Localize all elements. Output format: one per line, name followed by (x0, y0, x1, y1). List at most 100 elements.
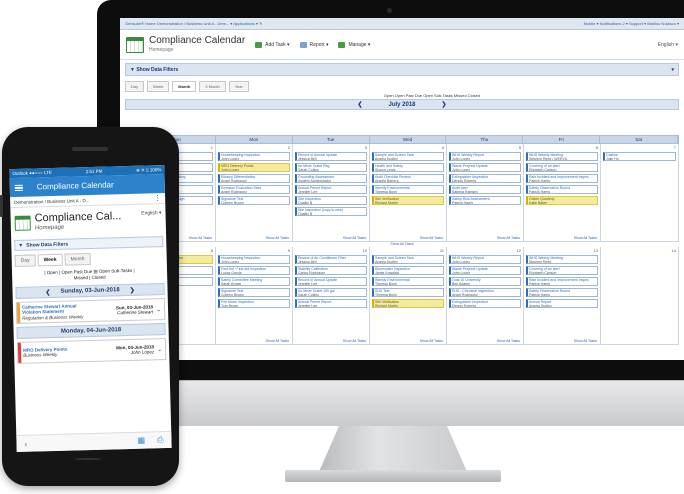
manage-button[interactable]: Manage ▾ (338, 41, 370, 48)
show-all-tasks-link[interactable]: Show All Tasks (266, 339, 289, 343)
calendar-task[interactable]: Site Verification Richard Martin (372, 299, 444, 308)
calendar-task[interactable]: Emission Evaluation Sites Angel Rodriguez (218, 185, 290, 194)
hamburger-menu-icon[interactable] (14, 184, 23, 191)
prev-day-button[interactable]: ❮ (45, 289, 50, 296)
calendar-task[interactable]: Rain Incident and Improvement Inspec Patr… (526, 277, 598, 286)
print-icon[interactable]: ⎙ (157, 435, 164, 445)
chevron-down-icon[interactable]: ⌄ (157, 346, 162, 353)
more-options-icon[interactable]: ⋮ (154, 194, 161, 202)
add-task-button[interactable]: Add Task ▾ (255, 41, 290, 48)
calendar-task[interactable]: Safety Committee Meeting Sarah Brown (218, 277, 290, 286)
calendar-task[interactable]: Extinguisher Inspection Dennis Roberts (449, 174, 521, 183)
calendar-day-cell[interactable]: 9 Housekeeping Inspection John Lopez First … (216, 247, 293, 345)
mobile-language-select[interactable]: English ▾ (141, 210, 161, 217)
calendar-day-cell[interactable]: 7 Gasline Julie Ho (601, 144, 679, 242)
calendar-task[interactable]: Record of Annual Update Jennifer Lee (295, 277, 367, 286)
back-icon[interactable]: ‹ (24, 439, 27, 448)
language-select[interactable]: English ▾ (658, 42, 678, 48)
next-day-button[interactable]: ❯ (130, 286, 135, 293)
mobile-tab-month[interactable]: Month (64, 252, 91, 266)
calendar-day-cell[interactable]: 13 WHS Weekly Meeting Stephen Reed Covering… (524, 247, 601, 345)
calendar-task[interactable]: Site Inspection Quality B (295, 196, 367, 205)
calendar-task[interactable]: WHS Weekly Meeting Stephen Reed / WEEVIL (526, 152, 598, 161)
mobile-tab-week[interactable]: Week (37, 253, 63, 267)
calendar-day-cell[interactable]: 4 Sample and Screen Tank Angela Dudley Heal… (370, 144, 447, 242)
calendar-task[interactable]: Signature Test Colleen Brown (218, 288, 290, 297)
next-month-button[interactable]: ❯ (442, 101, 447, 108)
calendar-task[interactable]: Gasline Julie Ho (603, 152, 676, 161)
view-tab-year[interactable]: Year (228, 81, 249, 92)
calendar-day-cell[interactable]: 2 Housekeeping Inspection John Lopez MRO De… (216, 144, 293, 242)
show-all-tasks-link[interactable]: Show All Tasks (497, 236, 520, 240)
calendar-task[interactable]: Ethanol Differentiation Angel Rodriguez (218, 174, 290, 183)
calendar-task[interactable]: Annual Permit Report Jennifer Lee (295, 299, 367, 308)
calendar-task[interactable]: Rain Incident and Improvement Inspec Patr… (526, 174, 598, 183)
data-filters-toggle[interactable]: ▼ Show Data Filters ▾ (125, 63, 679, 76)
calendar-task[interactable]: Site Inspection (copy to new) Quality B (295, 207, 367, 216)
mobile-data-filters-toggle[interactable]: ▼ Show Data Filters (14, 236, 164, 251)
calendar-day-cell[interactable]: 3 Record of Annual Update Jessica Bell Air … (293, 144, 370, 242)
calendar-task[interactable]: Health and Safety Shawn Lewis (372, 163, 444, 172)
calendar-task[interactable]: SDS Test Theresa Bush (372, 288, 444, 297)
report-button[interactable]: Report ▾ (299, 41, 328, 48)
prev-month-button[interactable]: ❮ (357, 101, 362, 108)
show-all-tasks-link[interactable]: Show All Tasks (497, 339, 520, 343)
view-tab-week[interactable]: Week (147, 81, 170, 92)
calendar-task[interactable]: Online Quarterly Katie Baker (526, 196, 598, 205)
task-card[interactable]: MRO Delivery Points Business Weekly Mon,… (16, 338, 167, 364)
calendar-task[interactable]: Audit plan Sabrina Ramsey (449, 185, 521, 194)
calendar-task[interactable]: Extinguisher Inspection Dennis Roberts (449, 299, 521, 308)
show-all-tasks-link[interactable]: Show All Tasks (574, 236, 597, 240)
calendar-task[interactable]: Audit Checklist Review Angela Barrera (372, 174, 444, 183)
calendar-task[interactable]: Weekly Environmental Theresa Bush (372, 185, 444, 194)
calendar-task[interactable]: Review of Air Conditioner Filter Jessica … (295, 255, 367, 264)
calendar-task[interactable]: Safety Observation Round Patrick Harris (526, 288, 598, 297)
calendar-task[interactable]: Signature Test Colleen Brown (218, 196, 290, 205)
home-button[interactable] (74, 458, 102, 460)
calendar-task[interactable]: WHS Weekly Meeting Stephen Reed (526, 255, 598, 264)
calendar-task[interactable]: Housekeeping Inspection John Lopez (218, 152, 290, 161)
show-all-tasks-link[interactable]: Show All Tasks (189, 236, 212, 240)
task-card[interactable]: Catherine Stewart Annual Violation State… (15, 298, 166, 324)
calendar-day-cell[interactable]: 5 WHS Weekly Report John Lopez Waste Projec… (447, 144, 524, 242)
calendar-day-cell[interactable]: 14 (601, 247, 679, 345)
calendar-day-cell[interactable]: 12 WHS Weekly Report John Lopez Waste Proje… (447, 247, 524, 345)
calendar-day-cell[interactable]: 10 Review of Air Conditioner Filter Jessic… (293, 247, 370, 345)
calendar-task[interactable]: Covering of an alert Elizabeth Carlson (526, 163, 598, 172)
calendar-task[interactable]: Safety Observation Round Patrick Harris (526, 185, 598, 194)
calendar-task[interactable]: Air Mixer Outlet Reg Sarah Collins (295, 163, 367, 172)
calendar-task[interactable]: Sample and Screen Tank Angela Dudley (372, 255, 444, 264)
show-all-tasks-link[interactable]: Show All Tasks (574, 339, 597, 343)
calendar-day-cell[interactable]: 11 Sample and Screen Tank Angela Dudley Sto… (370, 247, 447, 345)
calendar-task[interactable]: Stability Calibration Carlos Rodriguez (295, 266, 367, 275)
calendar-task[interactable]: Annual Report Angela Dudley (526, 299, 598, 308)
show-all-tasks-link[interactable]: Show All Tasks (343, 339, 366, 343)
nav-breadcrumb[interactable]: Gensuite® Home Demonstration / Business … (125, 21, 262, 26)
nav-user-menu[interactable]: Mobile ▾ Notifications 2 ▾ Support ▾ Mar… (584, 21, 679, 26)
calendar-task[interactable]: Weekly Environmental Theresa Bush (372, 277, 444, 286)
view-tab-month[interactable]: Month (172, 81, 197, 92)
barcode-icon[interactable]: ▦ (137, 436, 145, 446)
calendar-task[interactable]: Safety Risk Assessment Patrick Harris (449, 196, 521, 205)
calendar-task[interactable]: First Aid / First Aid Inspection Lucas Ga… (218, 266, 290, 275)
show-all-tasks-link[interactable]: Show All Tasks (420, 339, 443, 343)
calendar-task[interactable]: WHS Weekly Report John Lopez (449, 255, 521, 264)
calendar-task[interactable]: EHS - Chemical Inspection Angel Rodriguez (449, 288, 521, 297)
chevron-down-icon[interactable]: ⌄ (156, 306, 161, 313)
view-tab-3-month[interactable]: 3 Month (199, 81, 226, 92)
calendar-task[interactable]: Grounding Assessment System Administrator (295, 174, 367, 183)
calendar-task[interactable]: Waste Projects Update John Lopez (449, 163, 521, 172)
calendar-task[interactable]: Covering of an alert Elizabeth Carlson (526, 266, 598, 275)
calendar-day-cell[interactable]: 6 WHS Weekly Meeting Stephen Reed / WEEVIL… (524, 144, 601, 242)
calendar-task[interactable]: Air Mixer Outlet 100 gal Sarah Collins (295, 288, 367, 297)
calendar-task[interactable]: Waste Projects Update John Lopez (449, 266, 521, 275)
calendar-task[interactable]: Sample and Screen Tank Angela Dudley (372, 152, 444, 161)
view-tab-day[interactable]: Day (125, 81, 145, 92)
show-all-tasks-link[interactable]: Show All Tasks (420, 236, 443, 240)
calendar-task[interactable]: Record of Annual Update Jessica Bell (295, 152, 367, 161)
calendar-task[interactable]: Site Verification Richard Martin (372, 196, 444, 205)
calendar-task[interactable]: Stormwater Inspection Jamie Kowalski (372, 266, 444, 275)
calendar-task[interactable]: MRO Delivery Points John Lopez (218, 163, 290, 172)
show-all-tasks-link[interactable]: Show All Tasks (266, 236, 289, 240)
calendar-task[interactable]: Fire Alarm Inspection Tom Brown (218, 299, 290, 308)
